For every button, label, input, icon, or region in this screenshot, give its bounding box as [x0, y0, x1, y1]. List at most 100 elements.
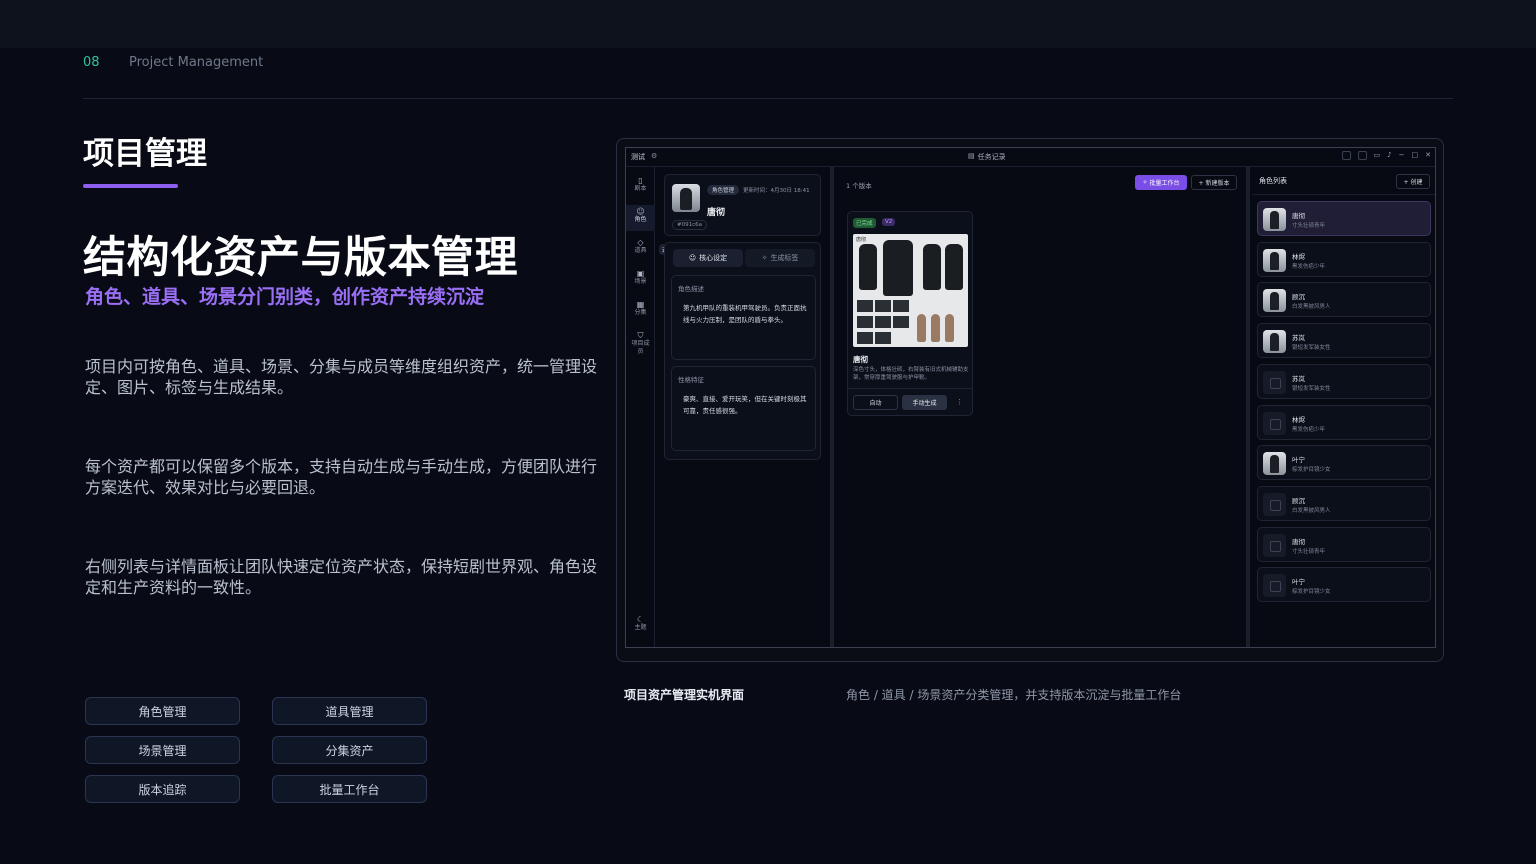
traits-card: 性格特征 豪爽、直接、爱开玩笑，但在关键时刻极其可靠，责任感很强。	[671, 366, 816, 451]
item-desc: 白发黑披风男人	[1292, 304, 1331, 310]
tag-chip: 版本追踪	[85, 775, 240, 803]
detail-tile	[857, 300, 873, 312]
list-title: 角色列表	[1259, 177, 1287, 185]
list-item[interactable]: 林烬 黑发伤疤少年	[1257, 405, 1431, 440]
item-name: 林烬	[1292, 253, 1305, 261]
list-item[interactable]: 唐彻 寸头壮硕青年	[1257, 527, 1431, 562]
image-label: 唐彻	[856, 237, 867, 243]
list-item[interactable]: 苏岚 银短发军装女性	[1257, 323, 1431, 358]
role-description: 第九机甲队的重装机甲驾驶员。负责正面抗线与火力压制，是团队的盾与拳头。	[683, 304, 807, 324]
character-thumbnail	[1263, 289, 1286, 312]
image-placeholder-icon	[1263, 371, 1286, 394]
version-name: 唐彻	[853, 355, 868, 364]
task-log-button[interactable]: ▤ 任务记录	[968, 152, 1006, 162]
item-desc: 黑发伤疤少年	[1292, 264, 1326, 270]
page-title: 项目管理	[83, 136, 207, 172]
item-desc: 棕发护目镜少女	[1292, 589, 1331, 595]
app-titlebar: 测试 ⚙ ▤ 任务记录 ▭ ♪ − □ ✕	[626, 148, 1435, 167]
document-icon: ▯	[638, 176, 643, 185]
bell-icon[interactable]: ♪	[1387, 151, 1391, 160]
sparkle-icon: ✧	[761, 254, 768, 262]
image-placeholder-icon	[1263, 574, 1286, 597]
message-icon[interactable]: ▭	[1374, 151, 1381, 160]
clipboard-icon: ▤	[968, 152, 975, 160]
new-version-button[interactable]: + 新建版本	[1191, 175, 1237, 190]
layout-icon[interactable]	[1341, 151, 1351, 160]
traits-text: 豪爽、直接、爱开玩笑，但在关键时刻极其可靠，责任感很强。	[683, 395, 807, 415]
character-thumbnail	[1263, 452, 1286, 475]
image-placeholder-icon	[1263, 412, 1286, 435]
image-placeholder-icon	[1263, 534, 1286, 557]
item-desc: 寸头壮硕青年	[1292, 223, 1326, 229]
caption-description: 角色 / 道具 / 场景资产分类管理，并支持版本沉淀与批量工作台	[846, 688, 1182, 702]
sidebar-item-episode[interactable]: ▦ 分集	[626, 301, 655, 317]
maximize-icon[interactable]: □	[1412, 151, 1419, 160]
more-icon[interactable]: ⋮	[956, 398, 963, 406]
section-title: 角色描述	[678, 285, 704, 293]
list-item[interactable]: 叶宁 棕发护目镜少女	[1257, 445, 1431, 480]
list-item[interactable]: 顾沉 白发黑披风男人	[1257, 282, 1431, 317]
sidebar-item-scene[interactable]: ▣ 场景	[626, 270, 655, 286]
figure-back	[945, 244, 963, 290]
sidebar-item-label: 道具	[634, 247, 647, 254]
user-icon: ☺	[688, 254, 697, 262]
version-card[interactable]: 已完成 V2 唐彻 唐彻 深色寸头，体格壮硕，右臂装有旧式机械辅助支架，常穿厚重…	[847, 211, 973, 416]
manual-generate-button[interactable]: 手动生成	[902, 395, 947, 410]
status-badge: 已完成	[853, 218, 876, 228]
sparkle-icon: ✧	[1142, 179, 1148, 186]
character-avatar	[672, 184, 700, 212]
project-name[interactable]: 测试	[631, 152, 645, 162]
sidebar-item-props[interactable]: ◇ 道具	[626, 239, 655, 255]
item-name: 唐彻	[1292, 212, 1305, 220]
character-sheet-image[interactable]: 唐彻	[853, 234, 968, 347]
list-item[interactable]: 苏岚 银短发军装女性	[1257, 364, 1431, 399]
detail-tile	[875, 316, 891, 328]
detail-tile	[875, 332, 891, 344]
subheadline: 角色、道具、场景分门别类，创作资产持续沉淀	[85, 286, 485, 308]
list-item[interactable]: 顾沉 白发黑披风男人	[1257, 486, 1431, 521]
batch-workbench-button[interactable]: ✧ 批量工作台	[1135, 175, 1187, 190]
auto-generate-button[interactable]: 自动	[853, 395, 898, 410]
role-description-card: 角色描述 第九机甲队的重装机甲驾驶员。负责正面抗线与火力压制，是团队的盾与拳头。	[671, 275, 816, 360]
tag-chip: 分集资产	[272, 736, 427, 764]
detail-tile	[857, 332, 873, 344]
item-desc: 银短发军装女性	[1292, 386, 1331, 392]
paragraph: 右侧列表与详情面板让团队快速定位资产状态，保持短剧世界观、角色设定和生产资料的一…	[85, 557, 598, 597]
sidebar-item-script[interactable]: ▯ 剧本	[626, 177, 655, 193]
detail-tile	[875, 300, 891, 312]
tab-generation-tags[interactable]: ✧ 生成标签	[745, 249, 815, 267]
detail-tile	[857, 316, 873, 328]
sidebar-item-label: 分集	[634, 309, 647, 316]
sidebar-item-label: 角色	[634, 216, 647, 223]
tab-core-settings[interactable]: ☺ 核心设定	[673, 249, 743, 267]
detail-tile	[893, 300, 909, 312]
section-title: 性格特征	[678, 376, 704, 384]
updated-time: 更新时间：4月30日 18:41	[743, 188, 810, 194]
card-divider	[848, 388, 972, 389]
title-underline	[83, 184, 178, 188]
detail-tile	[893, 316, 909, 328]
minimize-icon[interactable]: −	[1399, 151, 1405, 160]
list-item[interactable]: 叶宁 棕发护目镜少女	[1257, 567, 1431, 602]
sidebar-item-character[interactable]: ☺ 角色	[626, 205, 655, 231]
section-name: Project Management	[129, 55, 264, 70]
close-icon[interactable]: ✕	[1425, 151, 1431, 160]
gear-icon[interactable]: ⚙	[651, 152, 657, 162]
moon-icon: ☾	[636, 615, 645, 624]
tag-chip: 角色管理	[85, 697, 240, 725]
paragraph: 项目内可按角色、道具、场景、分集与成员等维度组织资产，统一管理设定、图片、标签与…	[85, 357, 598, 397]
image-placeholder-icon	[1263, 493, 1286, 516]
figure-body	[917, 314, 926, 342]
list-item[interactable]: 林烬 黑发伤疤少年	[1257, 242, 1431, 277]
sidebar-item-theme[interactable]: ☾ 主题	[626, 616, 655, 632]
list-item[interactable]: 唐彻 寸头壮硕青年	[1257, 201, 1431, 236]
panel-icon[interactable]	[1357, 151, 1367, 160]
tag-chip: 道具管理	[272, 697, 427, 725]
task-log-label: 任务记录	[977, 153, 1006, 161]
item-desc: 棕发护目镜少女	[1292, 467, 1331, 473]
item-name: 顾沉	[1292, 497, 1305, 505]
panel-divider[interactable]	[1246, 167, 1250, 647]
create-button[interactable]: + 创建	[1396, 174, 1430, 189]
item-desc: 银短发军装女性	[1292, 345, 1331, 351]
sidebar-item-members[interactable]: ⛉ 项目成员	[626, 332, 655, 356]
